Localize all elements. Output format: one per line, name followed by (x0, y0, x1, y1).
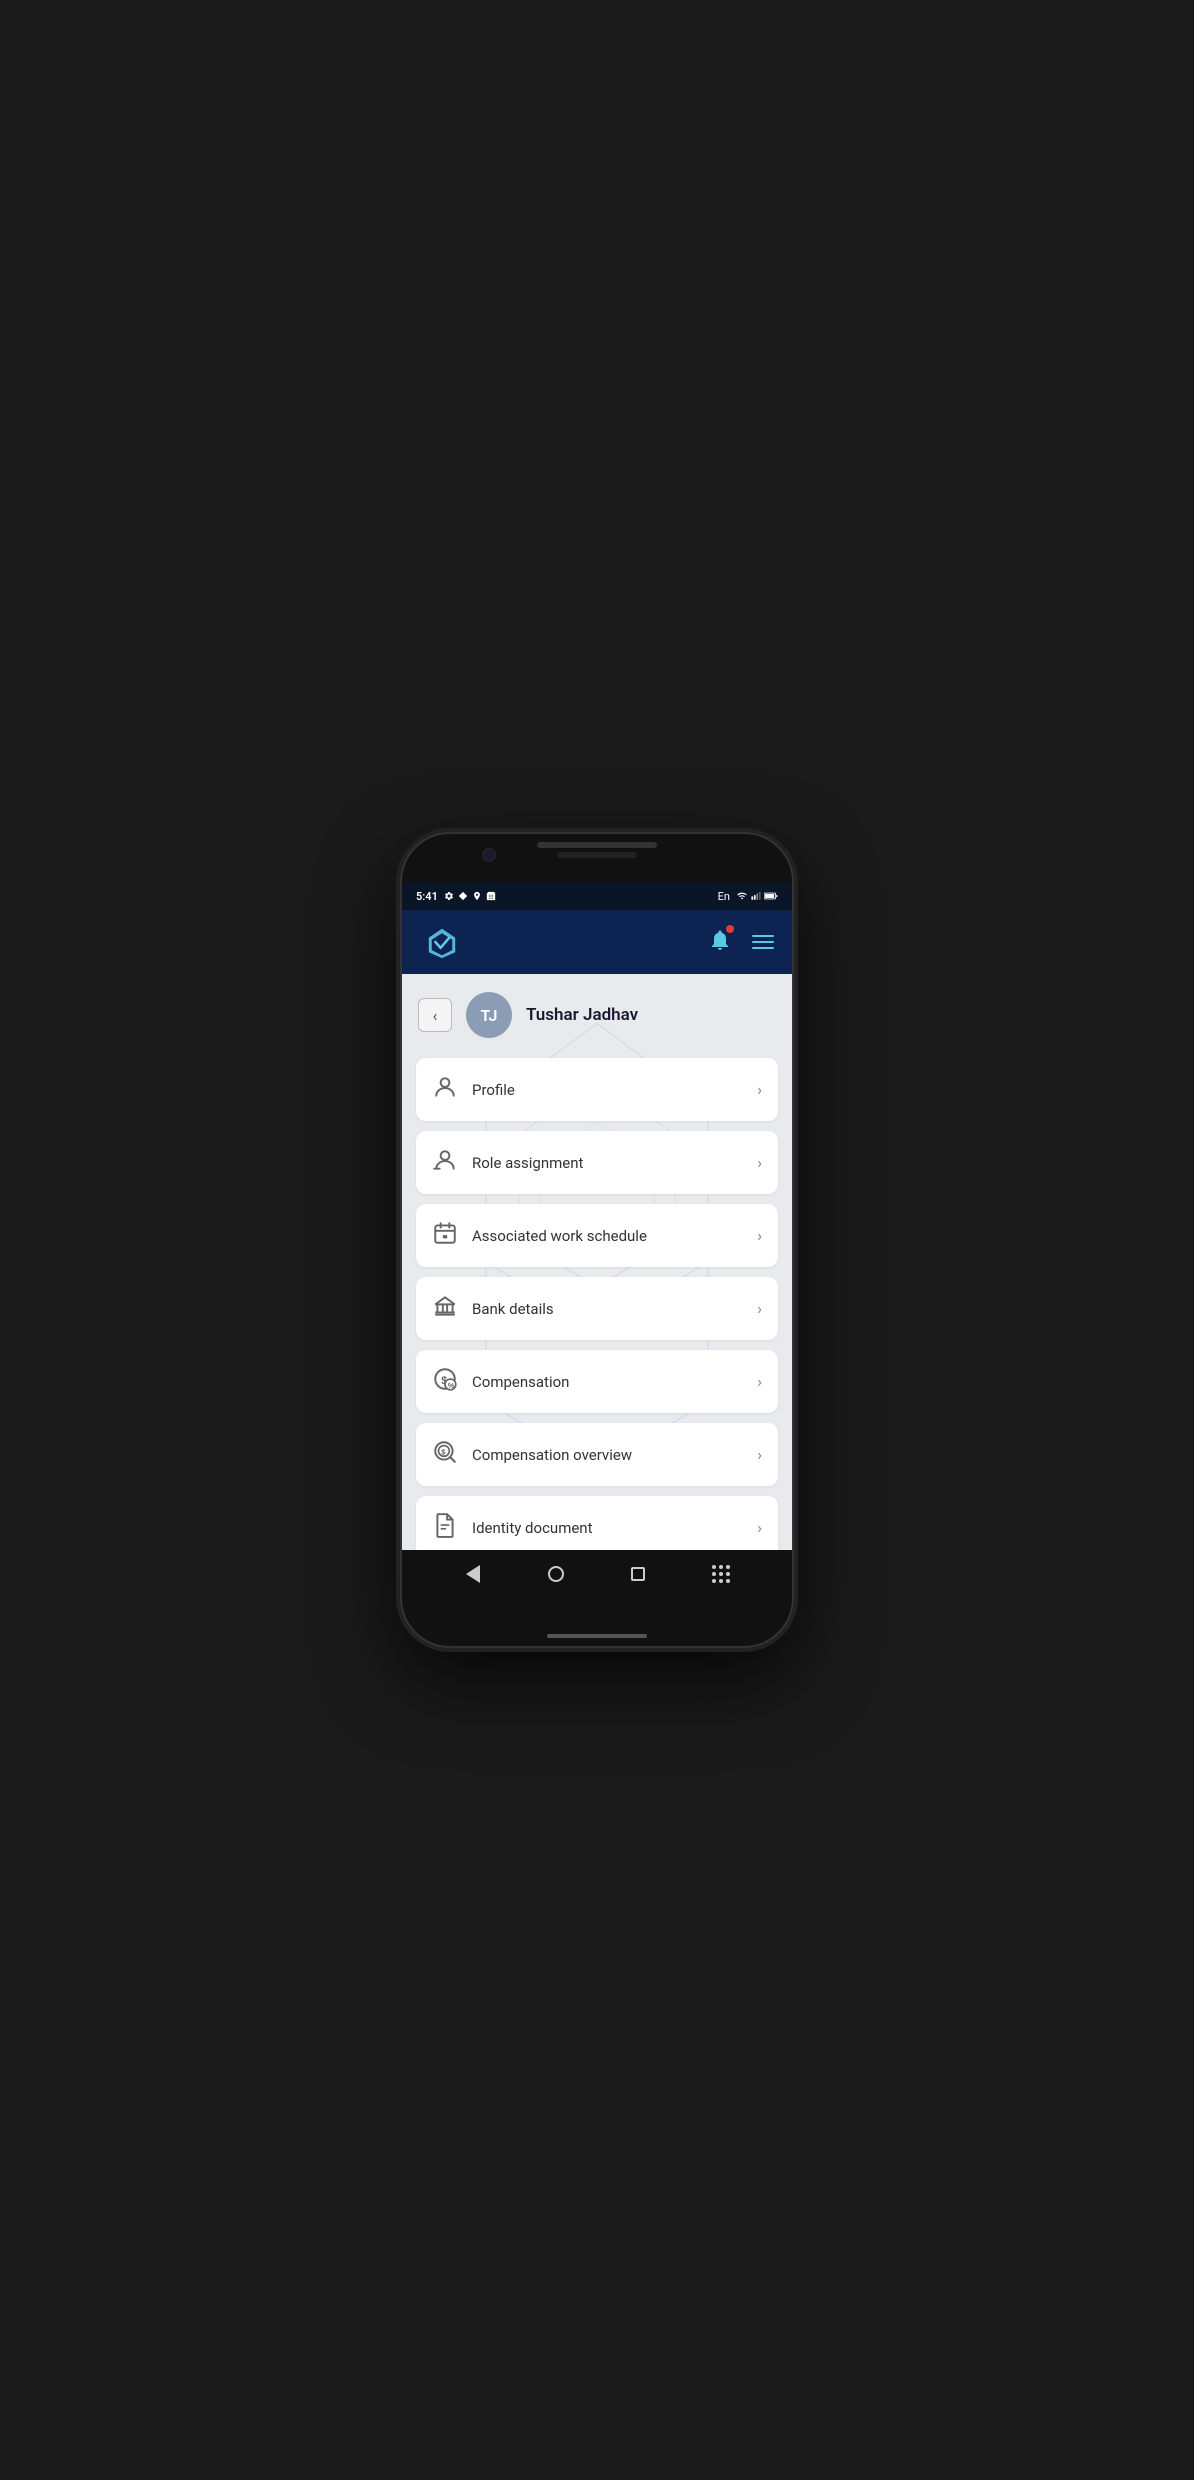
menu-item-role-assignment[interactable]: Role assignment › (416, 1131, 778, 1194)
status-right: En (718, 890, 778, 903)
schedule-icon (432, 1220, 458, 1251)
user-header: ‹ TJ Tushar Jadhav (402, 974, 792, 1052)
chevron-right-icon-compensation: › (757, 1372, 762, 1391)
nav-recents-button[interactable] (622, 1558, 654, 1590)
nav-back-button[interactable] (457, 1558, 489, 1590)
location-icon (472, 891, 482, 901)
app-header (402, 910, 792, 974)
chevron-right-icon-associated-work-schedule: › (757, 1226, 762, 1245)
menu-item-profile[interactable]: Profile › (416, 1058, 778, 1121)
home-circle-icon (548, 1566, 564, 1582)
back-arrow-icon: ‹ (433, 1006, 438, 1025)
menu-item-left-associated-work-schedule: Associated work schedule (432, 1220, 647, 1251)
avatar-initials: TJ (481, 1006, 498, 1025)
status-right-icons (736, 891, 778, 901)
menu-item-left-role-assignment: Role assignment (432, 1147, 583, 1178)
bank-icon (432, 1293, 458, 1324)
wifi-icon (736, 891, 748, 901)
chevron-right-icon-role-assignment: › (757, 1153, 762, 1172)
main-content: ‹ TJ Tushar Jadhav Profile › (402, 974, 792, 1550)
svg-text:%: % (448, 1381, 455, 1390)
user-name: Tushar Jadhav (526, 1005, 638, 1025)
phone-screen: 5:41 (402, 882, 792, 1598)
document-icon (432, 1512, 458, 1543)
recents-square-icon (631, 1567, 645, 1581)
menu-item-left-compensation: $ % Compensation (432, 1366, 569, 1397)
sim-icon (486, 891, 496, 901)
back-button[interactable]: ‹ (418, 998, 452, 1032)
menu-item-associated-work-schedule[interactable]: Associated work schedule › (416, 1204, 778, 1267)
role-icon (432, 1147, 458, 1178)
user-avatar: TJ (466, 992, 512, 1038)
signal-icon (751, 891, 761, 901)
menu-item-label-associated-work-schedule: Associated work schedule (472, 1227, 647, 1245)
header-right (708, 928, 774, 956)
language-indicator: En (718, 890, 730, 903)
menu-item-left-identity-document: Identity document (432, 1512, 593, 1543)
compensation-overview-icon: $ (432, 1439, 458, 1470)
camera (482, 848, 496, 862)
chevron-right-icon-profile: › (757, 1080, 762, 1099)
menu-item-label-compensation: Compensation (472, 1373, 569, 1391)
person-icon (432, 1074, 458, 1105)
menu-item-bank-details[interactable]: Bank details › (416, 1277, 778, 1340)
status-left: 5:41 (416, 890, 496, 903)
menu-item-left-bank-details: Bank details (432, 1293, 554, 1324)
phone-frame: 5:41 (402, 834, 792, 1646)
status-bar: 5:41 (402, 882, 792, 910)
bottom-nav (402, 1550, 792, 1598)
menu-item-left-compensation-overview: $ Compensation overview (432, 1439, 632, 1470)
chevron-right-icon-identity-document: › (757, 1518, 762, 1537)
chevron-right-icon-compensation-overview: › (757, 1445, 762, 1464)
menu-item-compensation-overview[interactable]: $ Compensation overview › (416, 1423, 778, 1486)
apps-dots-icon (712, 1565, 730, 1583)
menu-item-label-role-assignment: Role assignment (472, 1154, 583, 1172)
notification-bell[interactable] (708, 928, 732, 956)
app-logo (420, 920, 464, 964)
bottom-indicator (547, 1634, 647, 1638)
menu-item-identity-document[interactable]: Identity document › (416, 1496, 778, 1550)
speaker (557, 852, 637, 858)
gear-icon (444, 891, 454, 901)
menu-line-3 (752, 947, 774, 949)
back-triangle-icon (466, 1565, 480, 1583)
menu-list: Profile › Role assignment › Associated w… (402, 1052, 792, 1550)
menu-line-1 (752, 935, 774, 937)
hamburger-menu[interactable] (752, 935, 774, 949)
status-time: 5:41 (416, 890, 438, 903)
nav-apps-button[interactable] (705, 1558, 737, 1590)
status-icons (444, 891, 496, 901)
battery-icon (764, 891, 778, 901)
menu-item-label-bank-details: Bank details (472, 1300, 554, 1318)
diamond-icon (458, 891, 468, 901)
chevron-right-icon-bank-details: › (757, 1299, 762, 1318)
menu-item-compensation[interactable]: $ % Compensation › (416, 1350, 778, 1413)
menu-item-left-profile: Profile (432, 1074, 515, 1105)
notch (537, 842, 657, 848)
notification-dot (726, 925, 734, 933)
menu-line-2 (752, 941, 774, 943)
menu-item-label-identity-document: Identity document (472, 1519, 593, 1537)
menu-item-label-profile: Profile (472, 1081, 515, 1099)
compensation-icon: $ % (432, 1366, 458, 1397)
nav-home-button[interactable] (540, 1558, 572, 1590)
menu-item-label-compensation-overview: Compensation overview (472, 1446, 632, 1464)
